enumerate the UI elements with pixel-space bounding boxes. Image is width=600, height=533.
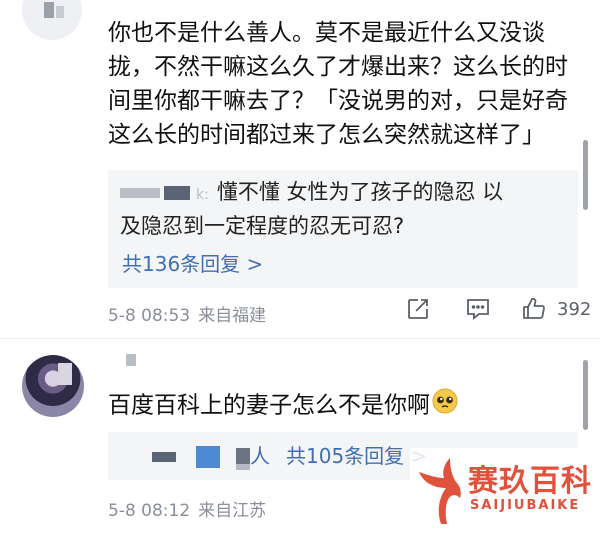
pleading-face-emoji-icon bbox=[432, 388, 458, 424]
comment-button[interactable] bbox=[465, 296, 491, 322]
comment-icon bbox=[467, 299, 489, 320]
reply-user-fragment: k: bbox=[196, 187, 209, 203]
reply-line: 及隐忍到一定程度的忍无可忍? bbox=[120, 214, 405, 238]
share-icon bbox=[408, 299, 428, 319]
watermark: 赛玖百科 SAIJIUBAIKE bbox=[410, 448, 600, 533]
comment-location: 来自福建 bbox=[198, 306, 267, 326]
scrollbar[interactable] bbox=[583, 140, 588, 210]
scrollbar[interactable] bbox=[583, 360, 588, 430]
redacted-username bbox=[164, 186, 190, 200]
comment-meta: 5-8 08:12 来自江苏 bbox=[108, 496, 266, 521]
like-icon bbox=[523, 297, 545, 319]
reply-user-fragment: 人 bbox=[250, 444, 270, 468]
comment-meta: 5-8 08:53 来自福建 bbox=[108, 301, 266, 326]
redacted-username bbox=[196, 446, 220, 468]
comment-text: 你也不是什么善人。莫不是最近什么又没谈拢，不然干嘛这么久了才爆出来？这么长的时间… bbox=[108, 20, 568, 148]
like-button[interactable]: 392 bbox=[521, 296, 591, 322]
comment-date: 5-8 08:53 bbox=[108, 306, 191, 326]
comment-body: 百度百科上的妻子怎么不是你啊 bbox=[108, 392, 430, 419]
comment-actions: 392 bbox=[405, 296, 591, 322]
redacted-username bbox=[236, 464, 250, 470]
watermark-title: 赛玖百科 bbox=[468, 464, 592, 499]
avatar-redaction bbox=[44, 2, 54, 18]
avatar[interactable] bbox=[22, 0, 82, 40]
avatar-redaction bbox=[56, 6, 64, 18]
more-replies-link[interactable]: 共105条回复 > bbox=[286, 440, 427, 469]
like-count: 392 bbox=[557, 298, 592, 320]
whale-tail-logo-icon bbox=[416, 454, 466, 530]
reply-text: 懂不懂 女性为了孩子的隐忍 以 bbox=[216, 180, 504, 204]
reply-line: k: 懂不懂 女性为了孩子的隐忍 以 bbox=[120, 176, 503, 211]
redacted-username bbox=[126, 354, 136, 366]
redacted-username bbox=[120, 188, 160, 198]
reply-preview[interactable]: k: 懂不懂 女性为了孩子的隐忍 以 及隐忍到一定程度的忍无可忍? 共136条回复… bbox=[108, 170, 578, 288]
comment-text: 百度百科上的妻子怎么不是你啊 bbox=[108, 388, 578, 424]
avatar-redaction bbox=[58, 363, 72, 385]
divider bbox=[0, 338, 600, 339]
avatar[interactable] bbox=[22, 355, 84, 417]
comment-location: 来自江苏 bbox=[198, 501, 267, 521]
watermark-subtitle: SAIJIUBAIKE bbox=[470, 498, 581, 513]
more-replies-link[interactable]: 共136条回复 > bbox=[122, 248, 263, 277]
share-button[interactable] bbox=[405, 296, 431, 322]
redacted-username bbox=[152, 452, 176, 462]
comment-date: 5-8 08:12 bbox=[108, 501, 191, 521]
